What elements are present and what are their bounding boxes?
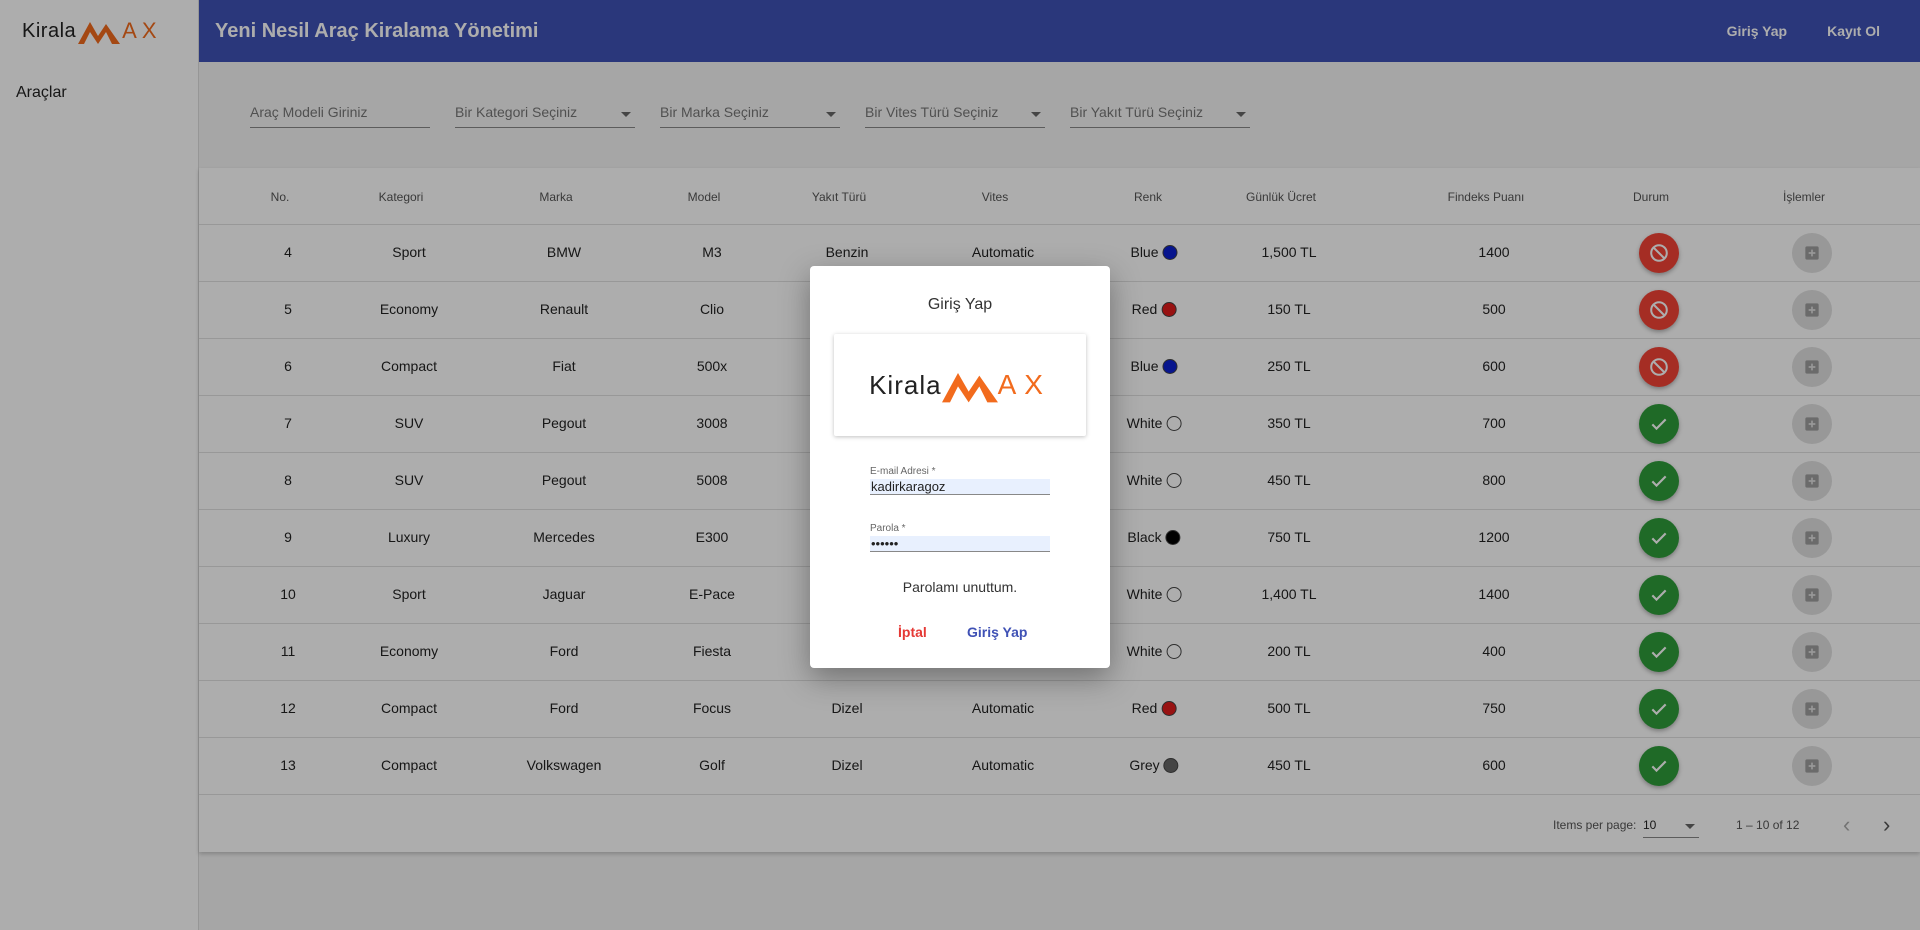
dialog-title: Giriş Yap	[927, 296, 993, 313]
email-label: E-mail Adresi *	[870, 466, 936, 477]
dialog-logo-suffix: AX	[997, 369, 1051, 400]
password-label: Parola *	[870, 523, 906, 534]
password-input[interactable]: ••••••	[870, 536, 1050, 552]
cancel-button[interactable]: İptal	[898, 624, 927, 640]
password-field[interactable]: Parola * ••••••	[870, 523, 1050, 552]
forgot-password-link[interactable]: Parolamı unuttum.	[810, 579, 1110, 595]
dialog-logo-text: Kirala	[869, 369, 942, 400]
email-field[interactable]: E-mail Adresi * kadirkaragoz	[870, 466, 1050, 495]
dialog-login-button[interactable]: Giriş Yap	[967, 624, 1027, 640]
login-dialog: Giriş Yap Kirala AX E-mail Adresi * kadi…	[810, 266, 1110, 668]
dialog-logo: Kirala AX	[834, 334, 1086, 436]
brand-logo-mark-icon	[941, 373, 998, 403]
email-input[interactable]: kadirkaragoz	[870, 479, 1050, 495]
